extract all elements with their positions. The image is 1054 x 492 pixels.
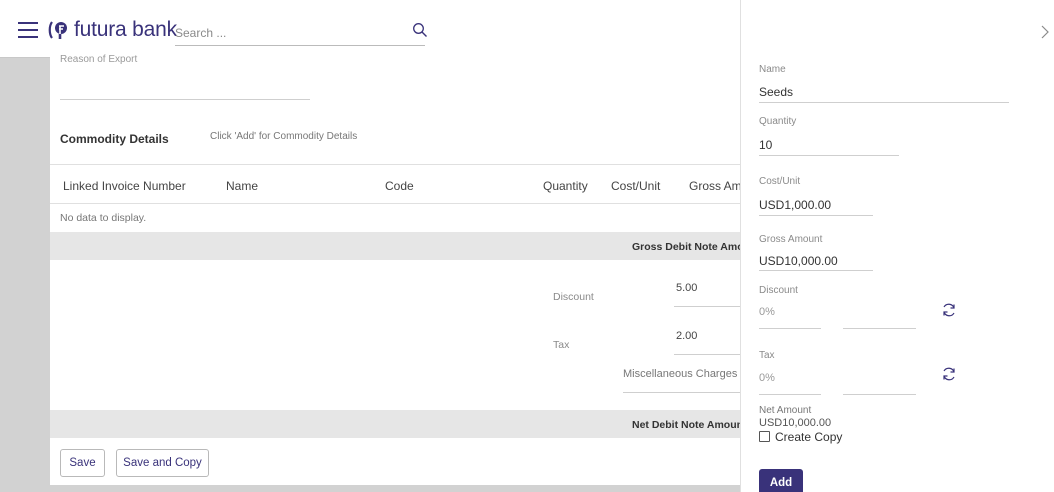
discount-label: Discount (553, 291, 594, 303)
col-code: Code (385, 179, 414, 193)
top-header: futura bank (0, 0, 740, 58)
table-divider (50, 164, 740, 165)
tax-field-underline (674, 354, 740, 355)
save-and-copy-button[interactable]: Save and Copy (116, 449, 209, 477)
tax-amount-field[interactable] (843, 394, 916, 395)
col-cost-unit: Cost/Unit (611, 179, 661, 193)
gross-debit-note-band: Gross Debit Note Amou (50, 232, 750, 260)
misc-charges-underline (623, 392, 740, 393)
futura-logo-icon (48, 21, 67, 39)
discount-percent-input[interactable]: 0% (759, 306, 775, 318)
quantity-input[interactable]: 10 (759, 138, 772, 152)
cost-unit-value: USD1,000.00 (759, 198, 832, 212)
quantity-underline (759, 155, 899, 156)
reason-of-export-field[interactable] (60, 99, 310, 100)
gross-amount-underline (759, 270, 873, 271)
discount-value[interactable]: 5.00 (676, 282, 697, 294)
col-linked-invoice-number: Linked Invoice Number (63, 179, 186, 193)
gross-amount-value: USD10,000.00 (759, 254, 838, 268)
reason-of-export-label: Reason of Export (60, 54, 138, 65)
refresh-icon[interactable] (941, 302, 957, 318)
add-button[interactable]: Add (759, 469, 803, 492)
cost-unit-label: Cost/Unit (759, 176, 801, 187)
commodity-details-title: Commodity Details (60, 132, 169, 146)
col-name: Name (226, 179, 259, 193)
search-icon[interactable] (412, 22, 428, 38)
brand-logo[interactable]: futura bank (46, 17, 177, 43)
create-copy-label: Create Copy (775, 430, 843, 444)
discount-amount-field[interactable] (843, 328, 916, 329)
quantity-label: Quantity (759, 116, 797, 127)
net-debit-note-band: Net Debit Note Amoun (50, 410, 744, 438)
cost-unit-underline (759, 215, 873, 216)
tax-label: Tax (553, 339, 570, 351)
tax-label: Tax (759, 350, 775, 361)
tax-percent-underline (759, 394, 821, 395)
empty-table-message: No data to display. (60, 212, 147, 224)
create-copy-checkbox[interactable] (759, 431, 770, 442)
chevron-right-icon[interactable] (1040, 24, 1050, 40)
net-amount-label: Net Amount (759, 405, 812, 416)
refresh-icon[interactable] (941, 366, 957, 382)
name-underline (759, 102, 1009, 103)
commodity-drawer: Name Seeds Quantity 10 Cost/Unit USD1,00… (740, 0, 1054, 492)
discount-percent-underline (759, 328, 821, 329)
search-input[interactable] (175, 20, 425, 46)
tax-percent-input[interactable]: 0% (759, 372, 775, 384)
brand-name: futura bank (74, 18, 177, 41)
commodity-form-panel: Reason of Export Commodity Details Click… (50, 52, 750, 485)
misc-charges-label: Miscellaneous Charges (623, 368, 738, 380)
commodity-details-hint: Click 'Add' for Commodity Details (210, 131, 358, 142)
gross-debit-note-label: Gross Debit Note Amou (632, 241, 751, 253)
discount-field-underline (674, 306, 740, 307)
net-debit-note-label: Net Debit Note Amoun (632, 419, 744, 431)
gross-amount-label: Gross Amount (759, 234, 823, 245)
net-amount-value: USD10,000.00 (759, 417, 832, 429)
name-input[interactable]: Seeds (759, 85, 793, 99)
col-quantity: Quantity (543, 179, 588, 193)
save-button[interactable]: Save (60, 449, 105, 477)
name-label: Name (759, 64, 786, 75)
tax-value[interactable]: 2.00 (676, 330, 697, 342)
hamburger-menu-icon[interactable] (18, 22, 38, 38)
discount-label: Discount (759, 285, 798, 296)
table-divider (50, 203, 740, 204)
